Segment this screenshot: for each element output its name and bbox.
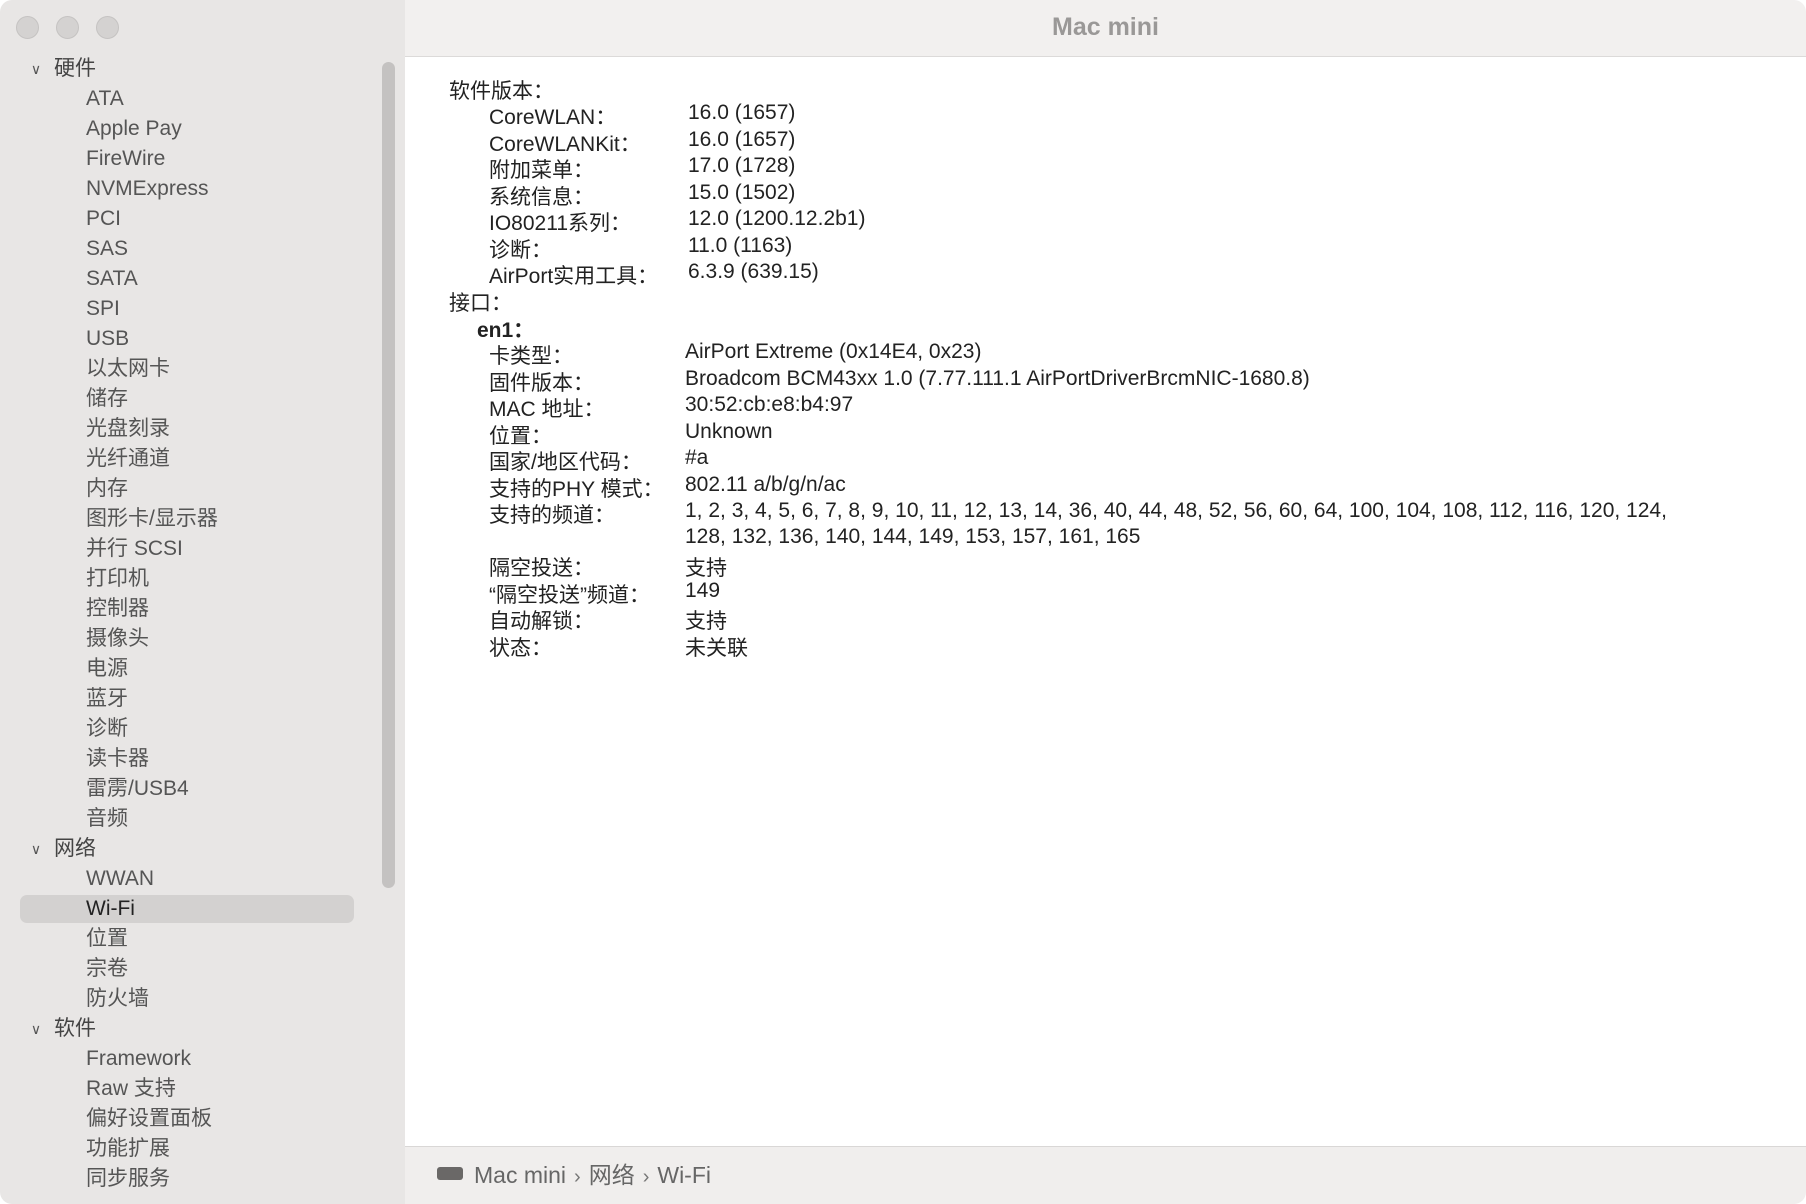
group-network[interactable]: ∨ 网络 <box>0 834 380 864</box>
chevron-right-icon: › <box>642 1166 650 1188</box>
group-hardware[interactable]: ∨ 硬件 <box>0 54 380 84</box>
sidebar-item-parallel-scsi[interactable]: 并行 SCSI <box>0 534 380 564</box>
sidebar-item-ethernet[interactable]: 以太网卡 <box>0 354 380 384</box>
mac-mini-icon <box>437 1167 463 1180</box>
sidebar-item-memory[interactable]: 内存 <box>0 474 380 504</box>
sidebar-item-spi[interactable]: SPI <box>0 294 380 324</box>
chevron-down-icon[interactable]: ∨ <box>26 834 46 864</box>
sidebar-item-bluetooth[interactable]: 蓝牙 <box>0 684 380 714</box>
sidebar-item-camera[interactable]: 摄像头 <box>0 624 380 654</box>
path-bar: Mac mini › 网络 › Wi-Fi <box>405 1146 1806 1204</box>
chevron-down-icon[interactable]: ∨ <box>26 1014 46 1044</box>
sidebar-scrollbar[interactable] <box>382 62 395 888</box>
sidebar-item-sata[interactable]: SATA <box>0 264 380 294</box>
chevron-down-icon[interactable]: ∨ <box>26 54 46 84</box>
sidebar-item-thunderbolt[interactable]: 雷雳/USB4 <box>0 774 380 804</box>
sidebar-item-extensions[interactable]: 功能扩展 <box>0 1134 380 1164</box>
sidebar-item-apple-pay[interactable]: Apple Pay <box>0 114 380 144</box>
sidebar: ∨ 硬件 ATA Apple Pay FireWire NVMExpress P… <box>0 0 406 1204</box>
group-software[interactable]: ∨ 软件 <box>0 1014 380 1044</box>
window-controls <box>16 16 119 39</box>
sidebar-item-nvmexpress[interactable]: NVMExpress <box>0 174 380 204</box>
sidebar-item-graphics[interactable]: 图形卡/显示器 <box>0 504 380 534</box>
sidebar-item-disc-burning[interactable]: 光盘刻录 <box>0 414 380 444</box>
interfaces-title: 接口： <box>449 292 512 315</box>
sidebar-item-firewall[interactable]: 防火墙 <box>0 984 380 1014</box>
sidebar-item-frameworks[interactable]: Framework <box>0 1044 380 1074</box>
sidebar-item-audio[interactable]: 音频 <box>0 804 380 834</box>
sidebar-item-fibre-channel[interactable]: 光纤通道 <box>0 444 380 474</box>
sidebar-item-volumes[interactable]: 宗卷 <box>0 954 380 984</box>
close-button[interactable] <box>16 16 39 39</box>
sidebar-item-sync-services[interactable]: 同步服务 <box>0 1164 380 1194</box>
category-tree: ∨ 硬件 ATA Apple Pay FireWire NVMExpress P… <box>0 54 380 1194</box>
sidebar-item-power[interactable]: 电源 <box>0 654 380 684</box>
zoom-button[interactable] <box>96 16 119 39</box>
system-information-window: ∨ 硬件 ATA Apple Pay FireWire NVMExpress P… <box>0 0 1806 1204</box>
minimize-button[interactable] <box>56 16 79 39</box>
detail-pane: 软件版本： CoreWLAN： 16.0 (1657) CoreWLANKit：… <box>405 57 1806 1147</box>
sidebar-item-ata[interactable]: ATA <box>0 84 380 114</box>
sidebar-item-usb[interactable]: USB <box>0 324 380 354</box>
breadcrumb-network[interactable]: 网络 <box>589 1162 635 1188</box>
chevron-right-icon: › <box>574 1166 581 1188</box>
sidebar-item-raw-support[interactable]: Raw 支持 <box>0 1074 380 1104</box>
sidebar-item-preference-panes[interactable]: 偏好设置面板 <box>0 1104 380 1134</box>
sidebar-item-storage[interactable]: 储存 <box>0 384 380 414</box>
sidebar-item-locations[interactable]: 位置 <box>0 924 380 954</box>
sidebar-item-wifi[interactable]: Wi-Fi <box>0 894 380 924</box>
window-title: Mac mini <box>405 0 1806 57</box>
sidebar-item-diagnostics[interactable]: 诊断 <box>0 714 380 744</box>
sidebar-item-printers[interactable]: 打印机 <box>0 564 380 594</box>
sidebar-item-wwan[interactable]: WWAN <box>0 864 380 894</box>
sidebar-item-firewire[interactable]: FireWire <box>0 144 380 174</box>
breadcrumb-wifi[interactable]: Wi-Fi <box>657 1162 711 1188</box>
breadcrumb: Mac mini › 网络 › Wi-Fi <box>474 1147 711 1204</box>
sidebar-item-controller[interactable]: 控制器 <box>0 594 380 624</box>
sidebar-item-sas[interactable]: SAS <box>0 234 380 264</box>
breadcrumb-mac-mini[interactable]: Mac mini <box>474 1162 566 1188</box>
sidebar-item-pci[interactable]: PCI <box>0 204 380 234</box>
sidebar-item-card-reader[interactable]: 读卡器 <box>0 744 380 774</box>
